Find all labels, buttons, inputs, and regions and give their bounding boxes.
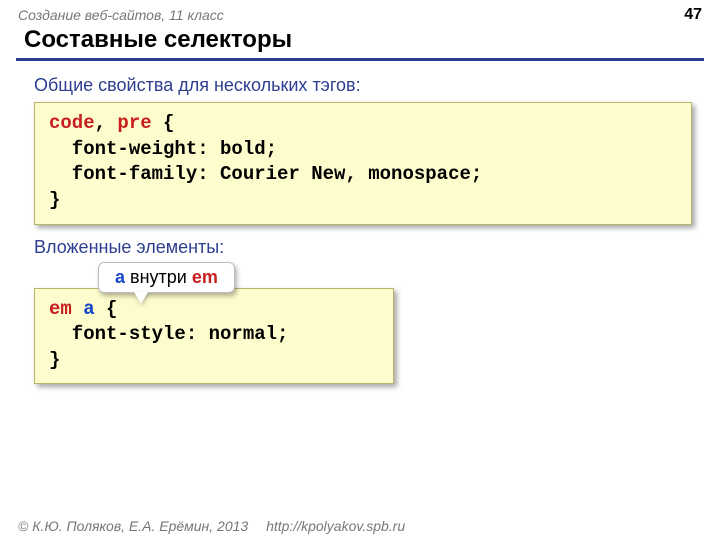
- course-label: Создание веб-сайтов, 11 класс: [18, 7, 224, 23]
- space: [72, 298, 83, 320]
- css-line-font-style: font-style: normal;: [49, 323, 288, 345]
- brace-close: }: [49, 189, 60, 211]
- header-bar: Создание веб-сайтов, 11 класс 47: [0, 0, 720, 26]
- brace-close: }: [49, 349, 60, 371]
- selector-code: code: [49, 112, 95, 134]
- content-area: Общие свойства для нескольких тэгов: cod…: [0, 69, 720, 384]
- brace-open: {: [95, 298, 118, 320]
- callout-a: a: [115, 267, 125, 287]
- nested-elements-label: Вложенные элементы:: [34, 237, 692, 258]
- callout-tail-icon: [134, 292, 148, 304]
- page-title: Составные селекторы: [0, 26, 720, 58]
- footer: © К.Ю. Поляков, Е.А. Ерёмин, 2013 http:/…: [18, 518, 702, 534]
- css-line-font-family: font-family: Courier New, monospace;: [49, 163, 482, 185]
- footer-url: http://kpolyakov.spb.ru: [266, 518, 405, 534]
- selector-pre: pre: [117, 112, 151, 134]
- comma: ,: [95, 112, 118, 134]
- callout-bubble: a внутри em: [98, 262, 235, 293]
- title-divider: [16, 58, 704, 61]
- callout-wrap: a внутри em em a { font-style: normal; }: [34, 288, 692, 385]
- callout-mid: внутри: [125, 267, 192, 287]
- callout-em: em: [192, 267, 218, 287]
- selector-em: em: [49, 298, 72, 320]
- group-selectors-label: Общие свойства для нескольких тэгов:: [34, 75, 692, 96]
- page-number: 47: [684, 6, 702, 24]
- copyright: © К.Ю. Поляков, Е.А. Ерёмин, 2013: [18, 518, 248, 534]
- selector-a: a: [83, 298, 94, 320]
- code-box-group-selectors: code, pre { font-weight: bold; font-fami…: [34, 102, 692, 225]
- css-line-font-weight: font-weight: bold;: [49, 138, 277, 160]
- code-box-nested-selector: em a { font-style: normal; }: [34, 288, 394, 385]
- brace-open: {: [152, 112, 175, 134]
